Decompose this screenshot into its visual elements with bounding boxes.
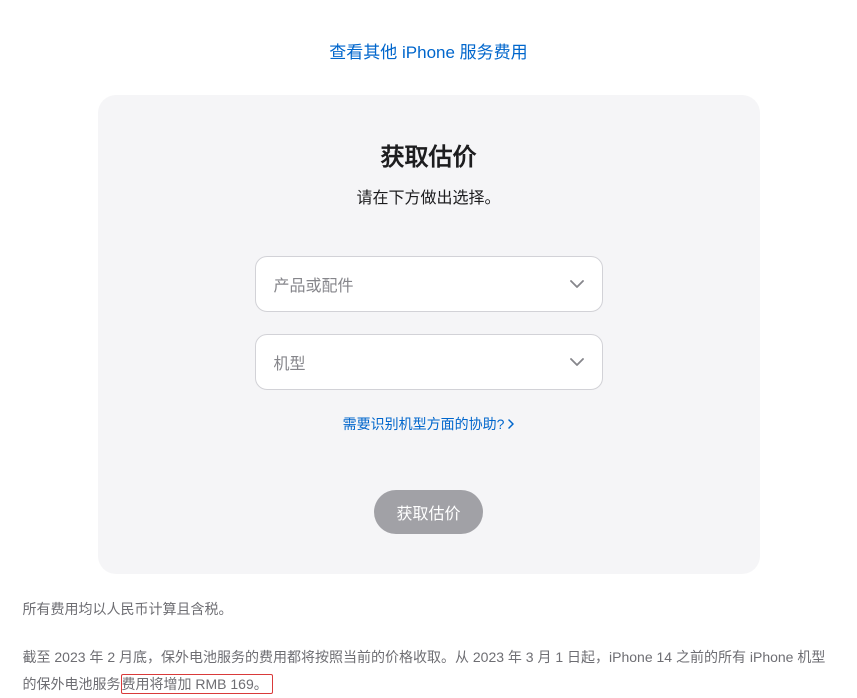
model-select-wrapper: 机型 — [255, 334, 603, 390]
footnote-price-change: 截至 2023 年 2 月底，保外电池服务的费用都将按照当前的价格收取。从 20… — [23, 644, 835, 697]
chevron-right-icon — [508, 419, 514, 429]
footnote-currency: 所有费用均以人民币计算且含税。 — [23, 598, 835, 620]
card-subtitle: 请在下方做出选择。 — [138, 184, 720, 208]
product-select-wrapper: 产品或配件 — [255, 256, 603, 312]
footnote-highlight: 费用将增加 RMB 169。 — [121, 674, 273, 694]
model-select-placeholder: 机型 — [274, 350, 306, 374]
top-link-container: 查看其他 iPhone 服务费用 — [0, 0, 857, 95]
chevron-down-icon — [570, 358, 584, 366]
help-link-text: 需要识别机型方面的协助? — [343, 414, 505, 434]
footnotes: 所有费用均以人民币计算且含税。 截至 2023 年 2 月底，保外电池服务的费用… — [19, 598, 839, 698]
model-help-link[interactable]: 需要识别机型方面的协助? — [343, 414, 515, 434]
chevron-down-icon — [570, 280, 584, 288]
product-select[interactable]: 产品或配件 — [255, 256, 603, 312]
estimate-card: 获取估价 请在下方做出选择。 产品或配件 机型 需要识别机型方面的协助? 获取估… — [98, 95, 760, 574]
other-services-link[interactable]: 查看其他 iPhone 服务费用 — [329, 43, 527, 62]
card-title: 获取估价 — [138, 137, 720, 172]
model-select[interactable]: 机型 — [255, 334, 603, 390]
get-estimate-button[interactable]: 获取估价 — [374, 490, 482, 534]
product-select-placeholder: 产品或配件 — [274, 272, 354, 296]
